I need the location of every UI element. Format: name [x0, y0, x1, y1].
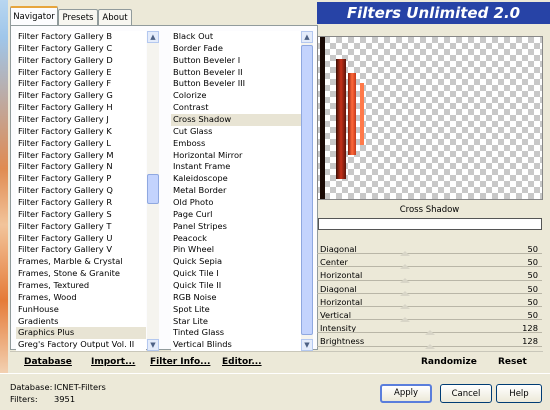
- filter-item[interactable]: Button Beveler III: [171, 78, 301, 90]
- app-title: Filters Unlimited 2.0: [317, 2, 550, 24]
- filter-item[interactable]: Contrast: [171, 102, 301, 114]
- slider-row[interactable]: Horizontal 50: [317, 296, 542, 309]
- editor-link[interactable]: Editor...: [222, 357, 262, 367]
- filter-item[interactable]: Page Curl: [171, 209, 301, 221]
- filter-item[interactable]: Black Out: [171, 31, 301, 43]
- scroll-thumb[interactable]: [147, 174, 159, 204]
- slider-row[interactable]: Brightness 128: [317, 335, 542, 349]
- reset-button[interactable]: Reset: [498, 357, 527, 367]
- database-label: Database:: [10, 382, 53, 392]
- filter-item[interactable]: Button Beveler II: [171, 67, 301, 79]
- filter-item[interactable]: Tinted Glass: [171, 327, 301, 339]
- filter-item[interactable]: RGB Noise: [171, 292, 301, 304]
- slider-row[interactable]: Center 50: [317, 256, 542, 270]
- help-button[interactable]: Help: [496, 384, 542, 403]
- filter-item[interactable]: Pin Wheel: [171, 244, 301, 256]
- filter-item[interactable]: Star Lite: [171, 316, 301, 328]
- category-item[interactable]: Filter Factory Gallery R: [16, 197, 146, 209]
- category-item[interactable]: Filter Factory Gallery B: [16, 31, 146, 43]
- category-item[interactable]: Filter Factory Gallery J: [16, 114, 146, 126]
- filter-item[interactable]: Metal Border: [171, 185, 301, 197]
- tab-presets[interactable]: Presets: [58, 9, 98, 26]
- scroll-thumb[interactable]: [301, 45, 313, 335]
- preview-bar: [348, 73, 356, 155]
- side-accent-strip: [0, 0, 8, 375]
- preview-bar: [360, 83, 364, 145]
- filter-item[interactable]: Horizontal Mirror: [171, 150, 301, 162]
- category-item[interactable]: Filter Factory Gallery P: [16, 173, 146, 185]
- import-link[interactable]: Import...: [91, 357, 135, 367]
- scroll-down-icon[interactable]: ▼: [147, 339, 159, 351]
- database-value: ICNET-Filters: [54, 382, 106, 392]
- slider-row[interactable]: Intensity 128: [317, 322, 542, 336]
- filter-item[interactable]: Button Beveler I: [171, 55, 301, 67]
- apply-button[interactable]: Apply: [380, 384, 432, 403]
- filter-item[interactable]: Quick Sepia: [171, 256, 301, 268]
- category-item[interactable]: Filter Factory Gallery C: [16, 43, 146, 55]
- filter-item[interactable]: Instant Frame: [171, 161, 301, 173]
- filter-item[interactable]: Vertical Blinds: [171, 339, 301, 351]
- category-item[interactable]: Filter Factory Gallery E: [16, 67, 146, 79]
- filter-item[interactable]: Old Photo: [171, 197, 301, 209]
- slider-thumb[interactable]: [424, 343, 435, 349]
- category-item[interactable]: Filter Factory Gallery D: [16, 55, 146, 67]
- filter-item[interactable]: Kaleidoscope: [171, 173, 301, 185]
- category-item[interactable]: Frames, Stone & Granite: [16, 268, 146, 280]
- category-item[interactable]: Frames, Marble & Crystal: [16, 256, 146, 268]
- filter-item[interactable]: Quick Tile II: [171, 280, 301, 292]
- filter-list[interactable]: Black Out Border Fade Button Beveler I Butt…: [171, 31, 301, 351]
- category-item[interactable]: Filter Factory Gallery H: [16, 102, 146, 114]
- category-item[interactable]: FunHouse: [16, 304, 146, 316]
- slider-row[interactable]: Diagonal 50: [317, 243, 542, 257]
- scroll-up-icon[interactable]: ▲: [147, 31, 159, 43]
- filter-item[interactable]: Emboss: [171, 138, 301, 150]
- filter-scrollbar[interactable]: ▲ ▼: [301, 31, 313, 351]
- filter-info-link[interactable]: Filter Info...: [150, 357, 210, 367]
- tab-about[interactable]: About: [98, 9, 132, 26]
- filter-item[interactable]: Border Fade: [171, 43, 301, 55]
- category-item[interactable]: Filter Factory Gallery S: [16, 209, 146, 221]
- cancel-button[interactable]: Cancel: [440, 384, 492, 403]
- category-item[interactable]: Filter Factory Gallery N: [16, 161, 146, 173]
- tab-navigator[interactable]: Navigator: [10, 6, 58, 27]
- filter-name-label: Cross Shadow: [399, 205, 460, 215]
- filter-item[interactable]: Panel Stripes: [171, 221, 301, 233]
- database-link[interactable]: Database: [24, 357, 72, 367]
- slider-row[interactable]: Diagonal 50: [317, 283, 542, 296]
- filters-count-label: Filters:: [10, 394, 38, 404]
- category-item[interactable]: Filter Factory Gallery U: [16, 233, 146, 245]
- preview-image: [317, 36, 543, 200]
- category-item[interactable]: Frames, Textured: [16, 280, 146, 292]
- slider-row[interactable]: Vertical 50: [317, 309, 542, 323]
- filters-count-value: 3951: [54, 394, 76, 404]
- category-item[interactable]: Gradients: [16, 316, 146, 328]
- category-item[interactable]: Filter Factory Gallery K: [16, 126, 146, 138]
- scroll-down-icon[interactable]: ▼: [301, 339, 313, 351]
- category-item[interactable]: Filter Factory Gallery V: [16, 244, 146, 256]
- category-item[interactable]: Filter Factory Gallery T: [16, 221, 146, 233]
- filter-item[interactable]: Quick Tile I: [171, 268, 301, 280]
- category-item[interactable]: Filter Factory Gallery Q: [16, 185, 146, 197]
- filter-item[interactable]: Spot Lite: [171, 304, 301, 316]
- filter-item[interactable]: Cross Shadow: [171, 114, 301, 126]
- filter-item[interactable]: Colorize: [171, 90, 301, 102]
- category-item[interactable]: Filter Factory Gallery M: [16, 150, 146, 162]
- progress-bar: [318, 218, 542, 230]
- randomize-button[interactable]: Randomize: [421, 357, 477, 367]
- category-item[interactable]: Frames, Wood: [16, 292, 146, 304]
- category-list[interactable]: Filter Factory Gallery B Filter Factory G…: [16, 31, 146, 351]
- scroll-up-icon[interactable]: ▲: [301, 31, 313, 43]
- category-item[interactable]: Filter Factory Gallery G: [16, 90, 146, 102]
- filter-item[interactable]: Cut Glass: [171, 126, 301, 138]
- category-item[interactable]: Graphics Plus: [16, 327, 146, 340]
- preview-dark-bar: [320, 37, 325, 199]
- slider-row[interactable]: Horizontal 50: [317, 269, 542, 283]
- preview-bar: [336, 59, 346, 179]
- filter-item[interactable]: Peacock: [171, 233, 301, 245]
- category-item[interactable]: Greg's Factory Output Vol. II: [16, 339, 146, 351]
- category-item[interactable]: Filter Factory Gallery L: [16, 138, 146, 150]
- category-scrollbar[interactable]: ▲ ▼: [147, 31, 159, 351]
- category-item[interactable]: Filter Factory Gallery F: [16, 78, 146, 90]
